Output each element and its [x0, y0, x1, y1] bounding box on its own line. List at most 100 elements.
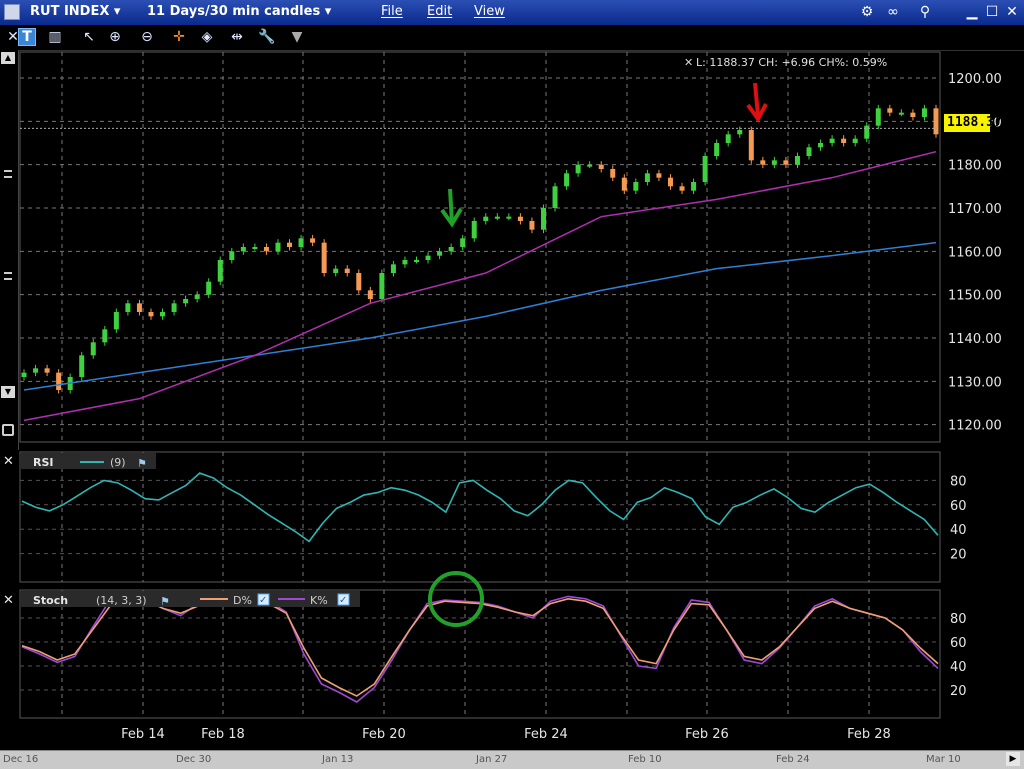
candle [183, 299, 189, 304]
candle [414, 260, 420, 262]
candle [194, 294, 200, 299]
red-arrow-icon [746, 82, 768, 123]
candle [390, 264, 396, 273]
candle [656, 173, 662, 178]
candle [136, 303, 142, 312]
stoch-header[interactable] [20, 591, 360, 607]
candle [691, 182, 697, 191]
candle [79, 355, 85, 377]
candle [263, 247, 269, 252]
scroll-date-label: Jan 27 [476, 754, 508, 765]
highlight-circle [428, 571, 484, 627]
price-tick-label: 1130.00 [948, 375, 1002, 390]
candle [206, 281, 212, 295]
chart-canvas[interactable]: 1200.001190.001180.001170.001160.001150.… [0, 0, 1024, 768]
osc-tick-label: 40 [950, 660, 967, 675]
candle [252, 247, 258, 249]
candle [506, 216, 512, 219]
last-price-badge: 1188.37 [944, 114, 1002, 132]
panel-border [19, 451, 941, 583]
candle [217, 260, 223, 282]
date-label: Feb 28 [847, 727, 891, 742]
candle [910, 112, 916, 117]
candle [829, 138, 835, 143]
candle [56, 372, 62, 390]
grid [19, 51, 941, 719]
candle [33, 368, 39, 373]
candle [737, 130, 743, 135]
green-arrow-icon [440, 188, 463, 228]
candle [310, 238, 316, 243]
candle [875, 108, 881, 126]
scroll-date-label: Dec 16 [3, 754, 39, 765]
candle [148, 312, 154, 317]
osc-tick-label: 60 [950, 636, 967, 651]
date-label: Feb 14 [121, 727, 165, 742]
osc-tick-label: 80 [950, 612, 967, 627]
scroll-date-label: Jan 13 [322, 754, 354, 765]
stoch-label: Stoch [33, 594, 68, 607]
candle [402, 260, 408, 265]
candle [864, 125, 870, 139]
candle [437, 251, 443, 256]
candle [298, 238, 304, 247]
price-panel [20, 104, 940, 422]
rsi-panel [21, 472, 939, 543]
candle [933, 108, 939, 135]
candle [460, 238, 466, 247]
date-label: Feb 24 [524, 727, 568, 742]
candle [598, 164, 604, 169]
rsi-settings-icon[interactable]: ⚑ [137, 457, 147, 470]
price-tick-label: 1170.00 [948, 202, 1002, 217]
check-icon: ✓ [259, 595, 267, 606]
scroll-date-label: Mar 10 [926, 754, 961, 765]
candle [287, 242, 293, 247]
rsi-param: (9) [110, 456, 126, 469]
quote-close-icon[interactable]: ✕ [684, 56, 693, 69]
check-icon: ✓ [339, 595, 347, 606]
candle [44, 368, 50, 373]
candle [841, 138, 847, 143]
price-tick-label: 1180.00 [948, 159, 1002, 174]
price-tick-label: 1120.00 [948, 419, 1002, 434]
scroll-date-label: Feb 24 [776, 754, 810, 765]
candle [494, 216, 500, 219]
candle [483, 216, 489, 221]
scroll-date-label: Dec 30 [176, 754, 212, 765]
candle [344, 268, 350, 273]
scroll-right-icon[interactable]: ▶ [1006, 752, 1020, 766]
stoch-close-icon[interactable]: ✕ [3, 593, 14, 608]
candle [921, 108, 927, 117]
candle [887, 108, 893, 113]
rsi-close-icon[interactable]: ✕ [3, 454, 14, 469]
candle [379, 273, 385, 299]
date-label: Feb 18 [201, 727, 245, 742]
candle [240, 247, 246, 252]
candle [898, 112, 904, 115]
osc-tick-label: 40 [950, 523, 967, 538]
candle [702, 156, 708, 182]
rsi-label: RSI [33, 456, 54, 469]
candle [760, 160, 766, 165]
candle [356, 273, 362, 291]
candle [633, 182, 639, 191]
candle [448, 247, 454, 252]
candle [748, 130, 754, 161]
candle [794, 156, 800, 165]
candle [529, 221, 535, 230]
panel-border [19, 51, 941, 443]
osc-tick-label: 60 [950, 499, 967, 514]
candle [125, 303, 131, 312]
candle [771, 160, 777, 165]
stoch-settings-icon[interactable]: ⚑ [160, 595, 170, 608]
candle [806, 147, 812, 156]
candle [714, 143, 720, 156]
candle [667, 177, 673, 187]
osc-tick-label: 20 [950, 548, 967, 563]
price-tick-label: 1200.00 [948, 72, 1002, 87]
osc-tick-label: 80 [950, 474, 967, 489]
candle [540, 208, 546, 230]
candle [333, 268, 339, 273]
time-scrollbar[interactable]: Dec 16 Dec 30 Jan 13 Jan 27 Feb 10 Feb 2… [0, 750, 1024, 769]
candle [160, 312, 166, 317]
